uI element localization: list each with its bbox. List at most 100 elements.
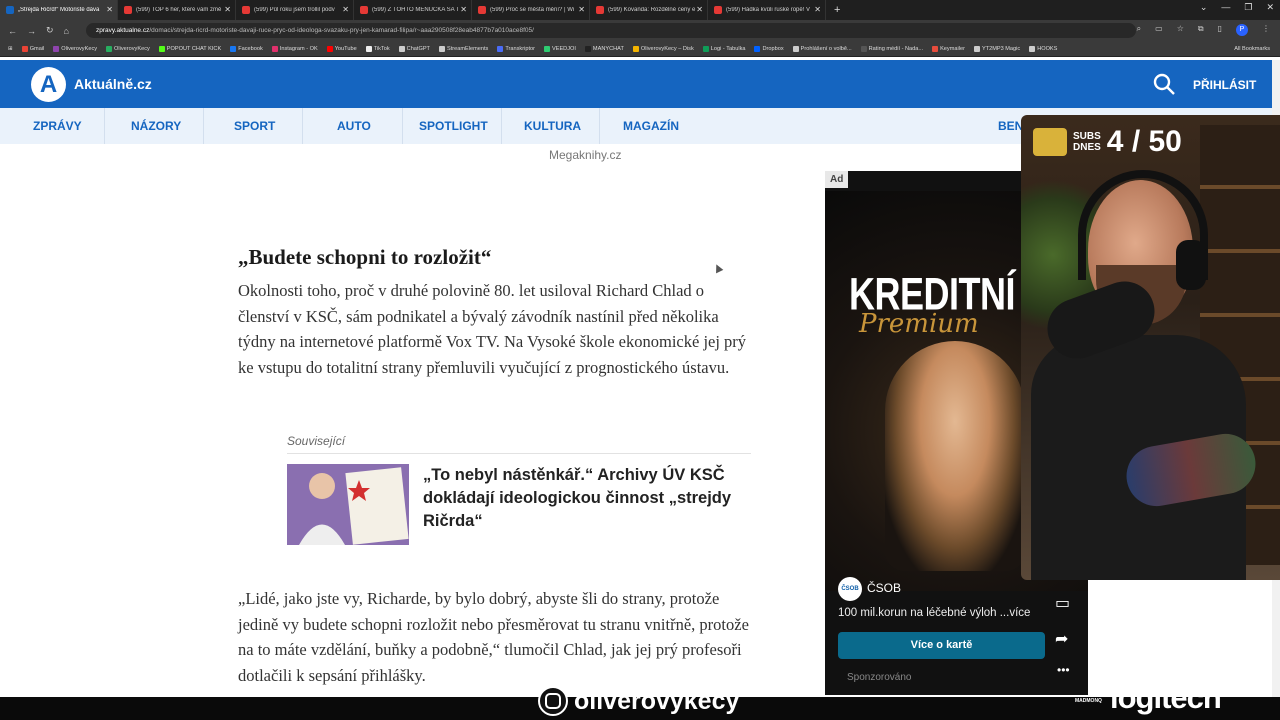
- ad-description[interactable]: 100 mil.korun na léčebné výloh ...více: [838, 607, 1030, 619]
- bookmark-item[interactable]: OliverovyKecy: [53, 45, 97, 52]
- nav-item-ben[interactable]: BEN: [998, 108, 1023, 144]
- login-button[interactable]: PŘIHLÁSIT: [1193, 78, 1256, 92]
- related-article-title[interactable]: „To nebyl nástěnkář.“ Archivy ÚV KSČ dok…: [423, 464, 743, 533]
- new-tab-button[interactable]: +: [826, 4, 848, 16]
- browser-tab[interactable]: (599) Proč se města mění? | Wi ✕: [472, 0, 590, 20]
- nav-item-sport[interactable]: SPORT: [234, 108, 275, 144]
- browser-tab[interactable]: „Strejda Ričrd!“ Motoristé dáva ✕: [0, 0, 118, 20]
- bookmark-item[interactable]: TikTok: [365, 45, 390, 52]
- bookmark-icon: [702, 45, 709, 52]
- home-icon[interactable]: ⌂: [64, 26, 69, 36]
- extensions-icon[interactable]: ⧉: [1198, 24, 1204, 36]
- advertiser-name[interactable]: ČSOB: [867, 581, 901, 595]
- apps-icon[interactable]: ⊞: [8, 46, 13, 52]
- bookmark-icon: [860, 45, 867, 52]
- nav-item-nazory[interactable]: NÁZORY: [131, 108, 181, 144]
- bookmark-label: StreamElements: [446, 45, 489, 52]
- bookmark-item[interactable]: Keymailer: [932, 45, 965, 52]
- zoom-icon[interactable]: ⌕: [1137, 24, 1141, 36]
- nav-item-kultura[interactable]: KULTURA: [524, 108, 581, 144]
- chevron-down-icon[interactable]: ⌄: [1200, 2, 1208, 13]
- bookmark-item[interactable]: Dropbox: [754, 45, 784, 52]
- ad-cta-button[interactable]: Více o kartě: [838, 632, 1045, 659]
- url-bar[interactable]: zpravy.aktualne.cz/domaci/strejda-ricrd-…: [86, 23, 1136, 38]
- bookmark-item[interactable]: Facebook: [230, 45, 263, 52]
- bookmark-icon: [792, 45, 799, 52]
- bookmark-item[interactable]: OliverovyKecy: [106, 45, 150, 52]
- close-window-icon[interactable]: ✕: [1266, 2, 1274, 13]
- nav-item-magazin[interactable]: MAGAZÍN: [623, 108, 679, 144]
- close-icon[interactable]: ✕: [814, 5, 821, 14]
- nav-item-zpravy[interactable]: ZPRÁVY: [33, 108, 82, 144]
- screen: „Strejda Ričrd!“ Motoristé dáva ✕ (599) T…: [0, 0, 1280, 720]
- bookmark-icon: [973, 45, 980, 52]
- bookmark-label: POPOUT CHAT KICK: [166, 45, 222, 52]
- bookmark-item[interactable]: YouTube: [326, 45, 357, 52]
- browser-tab-bar: „Strejda Ričrd!“ Motoristé dáva ✕ (599) T…: [0, 0, 1280, 20]
- maximize-icon[interactable]: ❐: [1244, 2, 1252, 13]
- bookmark-label: TikTok: [373, 45, 390, 52]
- youtube-icon: [124, 6, 132, 14]
- bookmark-item[interactable]: Instagram - OK: [271, 45, 318, 52]
- forward-icon[interactable]: →: [27, 26, 36, 36]
- bookmark-item[interactable]: Rating médií - Nada...: [860, 45, 923, 52]
- subs-label-line: SUBS: [1073, 131, 1101, 142]
- bookmark-item[interactable]: Prohlášení o volbě...: [792, 45, 852, 52]
- tab-title: (599) Kovanda: Rozdělné ceny e: [608, 7, 696, 13]
- bookmark-item[interactable]: YT2MP3 Magic: [973, 45, 1020, 52]
- bookmark-item[interactable]: OliverovyKecy – Disk: [632, 45, 694, 52]
- related-article-image[interactable]: [287, 464, 409, 545]
- image-credit: Megaknihy.cz: [549, 148, 622, 162]
- bookmark-item[interactable]: Logi - Tabulka: [702, 45, 745, 52]
- bookmark-item[interactable]: StreamElements: [438, 45, 489, 52]
- nav-item-spotlight[interactable]: SPOTLIGHT: [419, 108, 488, 144]
- all-bookmarks-button[interactable]: All Bookmarks: [1234, 46, 1280, 52]
- menu-icon[interactable]: ⋮: [1262, 24, 1270, 36]
- nav-item-auto[interactable]: AUTO: [337, 108, 371, 144]
- nav-separator: [104, 108, 105, 144]
- sidebar-icon[interactable]: ▯: [1218, 24, 1222, 36]
- bookmark-item[interactable]: HOOKS: [1029, 45, 1057, 52]
- minimize-icon[interactable]: —: [1221, 2, 1230, 13]
- close-icon[interactable]: ✕: [224, 5, 231, 14]
- url-domain: zpravy.aktualne.cz: [96, 27, 150, 34]
- sponsor-small: MADMONQ: [1075, 698, 1102, 704]
- bookmark-icon: [584, 45, 591, 52]
- bookmark-item[interactable]: ChatGPT: [398, 45, 430, 52]
- bookmark-icon: [326, 45, 333, 52]
- close-icon[interactable]: ✕: [106, 5, 113, 14]
- bookmark-label: OliverovyKecy: [114, 45, 150, 52]
- bookmark-item[interactable]: VEEDJOI: [543, 45, 576, 52]
- reload-icon[interactable]: ↻: [46, 25, 54, 36]
- back-icon[interactable]: ←: [8, 26, 17, 36]
- browser-tab[interactable]: (599) Hádka kvůli ruské ropě! V ✕: [708, 0, 826, 20]
- close-icon[interactable]: ✕: [460, 5, 467, 14]
- related-label: Související: [287, 434, 346, 448]
- bookmark-item[interactable]: Transkriptor: [497, 45, 535, 52]
- bookmark-icon: [497, 45, 504, 52]
- bookmark-item[interactable]: POPOUT CHAT KICK: [158, 45, 222, 52]
- bookmark-label: ChatGPT: [406, 45, 430, 52]
- search-icon[interactable]: [1152, 72, 1176, 96]
- bookmark-item[interactable]: MANYCHAT: [584, 45, 624, 52]
- site-logo-text[interactable]: Aktuálně.cz: [74, 76, 152, 92]
- browser-tab[interactable]: (599) Půl roku jsem trollil podv ✕: [236, 0, 354, 20]
- close-icon[interactable]: ✕: [696, 5, 703, 14]
- close-icon[interactable]: ✕: [342, 5, 349, 14]
- profile-avatar[interactable]: P: [1236, 24, 1248, 36]
- more-icon[interactable]: •••: [1057, 663, 1070, 677]
- browser-tab[interactable]: (599) TOP 6 her, které vám změ ✕: [118, 0, 236, 20]
- article-paragraph: „Lidé, jako jste vy, Richarde, by bylo d…: [238, 589, 749, 685]
- star-icon[interactable]: ☆: [1177, 24, 1184, 36]
- ad-script-text: Premium: [859, 309, 979, 339]
- comment-icon[interactable]: ▭: [1055, 593, 1070, 613]
- share-icon[interactable]: ➦: [1055, 629, 1068, 649]
- bookmark-item[interactable]: Gmail: [21, 45, 44, 52]
- toolbar-icons: ⌕ ▭ ☆ ⧉ ▯ P ⋮: [1137, 24, 1270, 36]
- close-icon[interactable]: ✕: [578, 5, 585, 14]
- browser-tab[interactable]: (599) Kovanda: Rozdělné ceny e ✕: [590, 0, 708, 20]
- bookmark-icon: [438, 45, 445, 52]
- site-logo-icon[interactable]: A: [31, 67, 66, 102]
- browser-tab[interactable]: (599) Z TOHTO MENUČKA SA T ✕: [354, 0, 472, 20]
- cast-icon[interactable]: ▭: [1155, 24, 1163, 36]
